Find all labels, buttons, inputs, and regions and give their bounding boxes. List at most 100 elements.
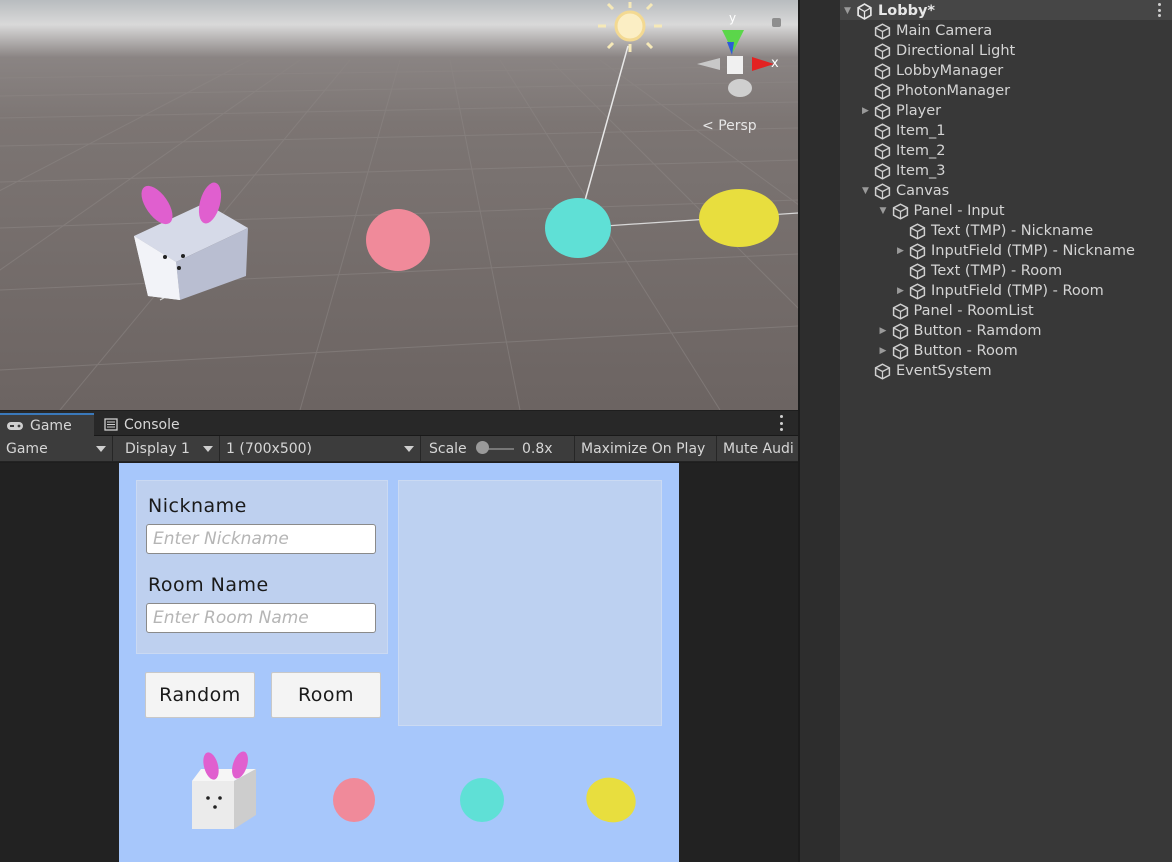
lock-icon[interactable]: [772, 18, 781, 27]
hierarchy-item[interactable]: LobbyManager: [862, 61, 1003, 81]
item-pink-ball[interactable]: [366, 209, 430, 271]
hierarchy-item[interactable]: ▼ Panel - Input: [880, 201, 1005, 221]
expanded-arrow-icon[interactable]: ▼: [862, 186, 872, 196]
hierarchy-item[interactable]: ▶ InputField (TMP) - Room: [897, 281, 1104, 301]
hierarchy-item-label: Main Camera: [896, 23, 993, 39]
maximize-on-play-toggle[interactable]: Maximize On Play: [575, 436, 717, 461]
hierarchy-item[interactable]: Panel - RoomList: [880, 301, 1034, 321]
hierarchy-item[interactable]: Item_3: [862, 161, 945, 181]
hierarchy-item-label: Button - Ramdom: [913, 323, 1042, 339]
hierarchy-item[interactable]: Main Camera: [862, 21, 992, 41]
hierarchy-gutter: [800, 0, 840, 862]
hierarchy-item[interactable]: ▶ Button - Ramdom: [880, 321, 1042, 341]
scale-value: 0.8x: [522, 441, 553, 457]
hierarchy-item[interactable]: ▶ InputField (TMP) - Nickname: [897, 241, 1135, 261]
expand-arrow-icon[interactable]: ▼: [844, 6, 854, 16]
hierarchy-menu-icon[interactable]: [1158, 3, 1162, 17]
mute-audio-toggle[interactable]: Mute Audi: [717, 436, 798, 461]
unity-scene-icon: [857, 2, 872, 20]
scene-name: Lobby*: [878, 3, 935, 19]
hierarchy-item[interactable]: Text (TMP) - Nickname: [897, 221, 1093, 241]
hierarchy-item[interactable]: Item_2: [862, 141, 945, 161]
scene-gizmo[interactable]: y x: [697, 11, 779, 97]
game-pink-ball: [333, 778, 375, 822]
tab-console[interactable]: Console: [98, 413, 198, 436]
hierarchy-item[interactable]: ▼ Canvas: [862, 181, 949, 201]
collapsed-arrow-icon[interactable]: ▶: [897, 286, 907, 296]
gameobject-cube-icon: [892, 202, 908, 220]
gameobject-cube-icon: [909, 262, 926, 280]
hierarchy-item[interactable]: ▶ Player: [862, 101, 941, 121]
display-dropdown[interactable]: Display 1: [119, 436, 220, 461]
hierarchy-item-label: Panel - RoomList: [913, 303, 1034, 319]
chevron-down-icon: [404, 446, 414, 452]
light-direction-line: [583, 45, 629, 205]
tab-menu-icon[interactable]: [780, 415, 784, 431]
game-bunny: [192, 751, 256, 829]
scale-label: Scale: [429, 440, 467, 457]
resolution-dropdown[interactable]: 1 (700x500): [220, 436, 421, 461]
scene-view[interactable]: y x < Persp: [0, 0, 798, 410]
chevron-down-icon: [203, 446, 213, 452]
expanded-arrow-icon[interactable]: ▼: [880, 206, 890, 216]
hierarchy-item[interactable]: PhotonManager: [862, 81, 1010, 101]
game-view[interactable]: Nickname Enter Nickname Room Name Enter …: [119, 463, 679, 862]
hierarchy-item-label: Button - Room: [913, 343, 1018, 359]
gameobject-cube-icon: [874, 162, 891, 180]
item-yellow-egg[interactable]: [699, 189, 779, 247]
gameobject-cube-icon: [909, 282, 926, 300]
hierarchy-item-label: EventSystem: [896, 363, 992, 379]
scale-slider-handle[interactable]: [476, 441, 489, 454]
game-mode-dropdown[interactable]: Game: [0, 436, 113, 461]
game-toolbar: Game Display 1 1 (700x500) Scale 0.8x Ma…: [0, 436, 798, 462]
display-value: Display 1: [125, 440, 190, 457]
scene-canvas[interactable]: y x: [0, 0, 798, 410]
collapsed-arrow-icon[interactable]: ▶: [880, 326, 890, 336]
persp-label: Persp: [718, 118, 757, 134]
gameobject-cube-icon: [892, 322, 908, 340]
collapsed-arrow-icon[interactable]: ▶: [897, 246, 907, 256]
hierarchy-item-label: LobbyManager: [896, 63, 1004, 79]
hierarchy-item-label: Item_1: [896, 123, 946, 139]
hierarchy-item-label: InputField (TMP) - Nickname: [931, 243, 1135, 259]
gizmo-x-label: x: [771, 56, 779, 71]
hierarchy-item[interactable]: EventSystem: [862, 361, 992, 381]
projection-toggle[interactable]: < Persp: [702, 118, 757, 134]
tab-game[interactable]: Game: [0, 413, 94, 436]
hierarchy-item-label: Canvas: [896, 183, 950, 199]
tab-game-label: Game: [30, 417, 72, 434]
directional-light-icon[interactable]: [598, 2, 662, 52]
hierarchy-item[interactable]: Text (TMP) - Room: [897, 261, 1062, 281]
game-mode-value: Game: [6, 440, 48, 457]
hierarchy-item[interactable]: ▶ Button - Room: [880, 341, 1018, 361]
hierarchy-item-label: Player: [896, 103, 942, 119]
game-cyan-ball: [460, 778, 504, 822]
maximize-label: Maximize On Play: [581, 440, 706, 457]
gameobject-cube-icon: [874, 82, 891, 100]
gameobject-cube-icon: [874, 62, 891, 80]
hierarchy-item-label: Directional Light: [896, 43, 1016, 59]
hierarchy-item-label: InputField (TMP) - Room: [931, 283, 1104, 299]
collapsed-arrow-icon[interactable]: ▶: [880, 346, 890, 356]
hierarchy-root[interactable]: ▼ Lobby*: [844, 1, 935, 21]
gamepad-icon: [7, 421, 23, 430]
gameobject-cube-icon: [909, 242, 926, 260]
resolution-value: 1 (700x500): [226, 440, 313, 457]
collapsed-arrow-icon[interactable]: ▶: [862, 106, 872, 116]
chevron-left-icon: <: [702, 118, 714, 134]
item-cyan-ball[interactable]: [545, 198, 611, 258]
gameobject-cube-icon: [874, 362, 891, 380]
hierarchy-item[interactable]: Item_1: [862, 121, 945, 141]
hierarchy-item[interactable]: Directional Light: [862, 41, 1015, 61]
player-bunny[interactable]: [134, 180, 248, 300]
mute-label: Mute Audi: [723, 440, 794, 457]
